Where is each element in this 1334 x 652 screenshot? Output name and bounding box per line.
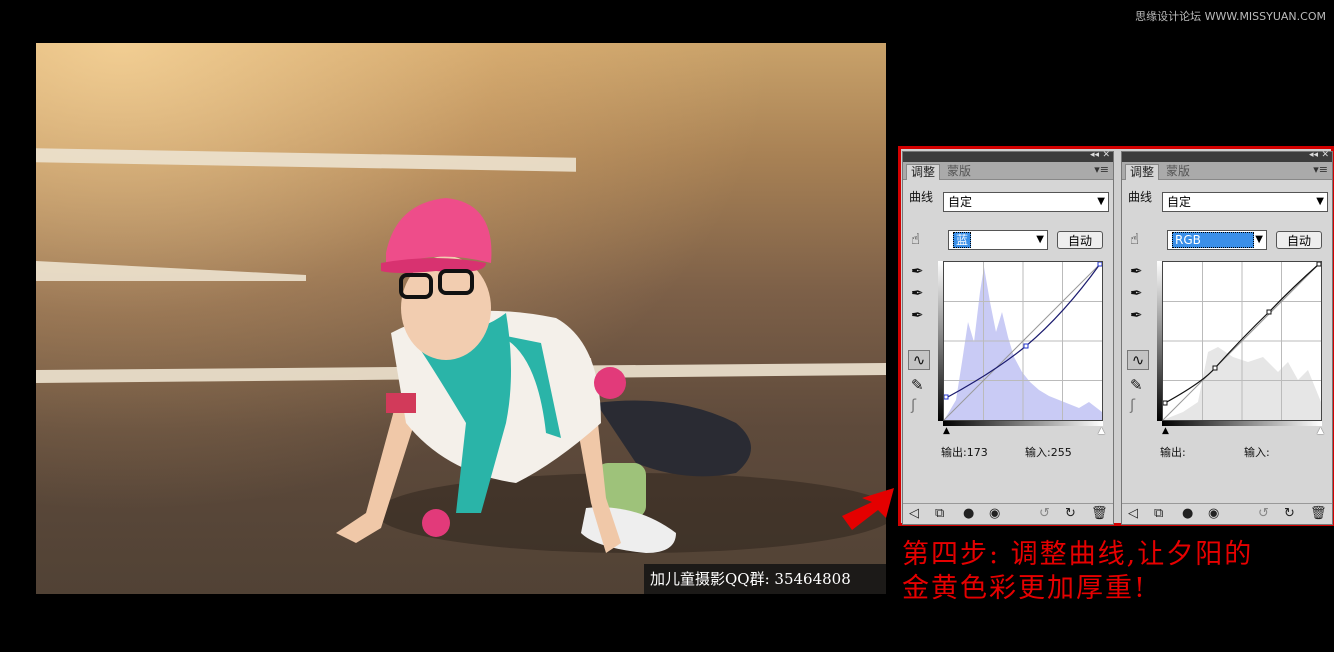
chevron-down-icon: ▼ [1097,196,1105,207]
hand-adjust-icon[interactable]: ☝ [911,230,920,248]
gray-eyedropper-icon[interactable]: ✒ [1130,284,1143,302]
step-caption-line2: 金黄色彩更加厚重! [902,573,1147,604]
pencil-icon[interactable]: ✎ [911,376,924,394]
qq-group-caption: 加儿童摄影QQ群: 35464808 [644,564,886,594]
tab-masks[interactable]: 蒙版 [1162,164,1194,179]
curve-point[interactable] [1023,343,1029,349]
tab-adjustments[interactable]: 调整 [906,164,941,180]
panel-tabs: 调整 蒙版 ▾≡ [903,162,1113,180]
black-point-slider[interactable]: ▲ [1162,426,1169,436]
collapse-icon[interactable]: ◂◂ [1309,150,1318,160]
back-icon[interactable]: ◁ [909,506,919,521]
white-point-slider[interactable]: ▲ [1317,426,1324,436]
trash-icon[interactable]: 🗑 [1310,506,1327,521]
input-value: 255 [1050,446,1072,459]
curves-panel-blue: ◂◂ ✕ 调整 蒙版 ▾≡ 曲线 自定 ▼ ☝ 蓝 ▼ 自动 ✒ ✒ ✒ ∿ ✎ ʃ [902,150,1114,525]
close-icon[interactable]: ✕ [1102,150,1110,160]
tab-adjustments[interactable]: 调整 [1125,164,1160,180]
white-eyedropper-icon[interactable]: ✒ [911,306,924,324]
panel-tabs: 调整 蒙版 ▾≡ [1122,162,1332,180]
reset-icon[interactable]: ↻ [1065,506,1076,521]
clip-layer-icon[interactable]: ● [963,506,974,521]
curves-panels-frame: ◂◂ ✕ 调整 蒙版 ▾≡ 曲线 自定 ▼ ☝ 蓝 ▼ 自动 ✒ ✒ ✒ ∿ ✎ ʃ [898,146,1334,526]
close-icon[interactable]: ✕ [1321,150,1329,160]
preset-select[interactable]: 自定 ▼ [943,192,1109,212]
pencil-icon[interactable]: ✎ [1130,376,1143,394]
auto-button[interactable]: 自动 [1057,231,1103,249]
output-label: 输出: [941,446,967,459]
channel-value: 蓝 [953,232,972,248]
output-value: 173 [966,446,988,459]
view-previous-icon[interactable]: ↺ [1258,506,1269,521]
white-eyedropper-icon[interactable]: ✒ [1130,306,1143,324]
curves-label: 曲线 [1128,190,1153,204]
curve-point-tool-icon[interactable]: ∿ [1127,350,1149,370]
curve-point[interactable] [1097,262,1102,267]
child-figure [336,198,886,553]
input-label: 输入: [1025,446,1051,459]
clip-layer-icon[interactable]: ● [1182,506,1193,521]
curves-label: 曲线 [909,190,934,204]
chevron-down-icon: ▼ [1316,196,1324,207]
trash-icon[interactable]: 🗑 [1091,506,1108,521]
curve-graph[interactable] [1162,261,1322,421]
collapse-icon[interactable]: ◂◂ [1090,150,1099,160]
input-gradient [1162,421,1322,426]
input-label: 输入: [1244,446,1270,459]
site-watermark: 思缘设计论坛 WWW.MISSYUAN.COM [1135,10,1326,23]
curve-point[interactable] [1266,309,1272,315]
input-readout: 输入:255 [1025,444,1072,460]
curve-point[interactable] [1163,400,1168,406]
channel-value: RGB [1172,232,1254,248]
output-readout: 输出: [1160,444,1186,460]
panel-menu-icon[interactable]: ▾≡ [1313,163,1328,176]
preset-value: 自定 [1167,195,1192,209]
output-readout: 输出:173 [941,444,988,460]
curve-point[interactable] [944,394,949,400]
curve-graph-svg [1163,262,1321,420]
hand-adjust-icon[interactable]: ☝ [1130,230,1139,248]
visibility-eye-icon[interactable]: ◉ [1208,506,1219,521]
preset-select[interactable]: 自定 ▼ [1162,192,1328,212]
curve-point-tool-icon[interactable]: ∿ [908,350,930,370]
black-eyedropper-icon[interactable]: ✒ [1130,262,1143,280]
back-icon[interactable]: ◁ [1128,506,1138,521]
curve-point[interactable] [1212,365,1218,371]
preset-value: 自定 [948,195,973,209]
curves-panel-rgb: ◂◂ ✕ 调整 蒙版 ▾≡ 曲线 自定 ▼ ☝ RGB ▼ 自动 ✒ ✒ ✒ ∿ ✎… [1121,150,1333,525]
expand-view-icon[interactable]: ⧉ [935,506,944,521]
white-point-slider[interactable]: ▲ [1098,426,1105,436]
smooth-icon[interactable]: ʃ [1130,396,1135,414]
gray-eyedropper-icon[interactable]: ✒ [911,284,924,302]
channel-select[interactable]: RGB ▼ [1167,230,1267,250]
curve-point[interactable] [1316,262,1321,267]
auto-button[interactable]: 自动 [1276,231,1322,249]
chevron-down-icon: ▼ [1255,234,1263,245]
channel-select[interactable]: 蓝 ▼ [948,230,1048,250]
photo: 加儿童摄影QQ群: 35464808 [36,43,886,594]
output-label: 输出: [1160,446,1186,459]
panel-bottom-bar: ◁ ⧉ ● ◉ ↺ ↻ 🗑 [903,503,1113,524]
visibility-eye-icon[interactable]: ◉ [989,506,1000,521]
panel-menu-icon[interactable]: ▾≡ [1094,163,1109,176]
panel-titlebar: ◂◂ ✕ [903,150,1113,162]
panel-bottom-bar: ◁ ⧉ ● ◉ ↺ ↻ 🗑 [1122,503,1332,524]
expand-view-icon[interactable]: ⧉ [1154,506,1163,521]
reset-icon[interactable]: ↻ [1284,506,1295,521]
curve-graph-svg [944,262,1102,420]
curve-graph[interactable] [943,261,1103,421]
chevron-down-icon: ▼ [1036,234,1044,245]
smooth-icon[interactable]: ʃ [911,396,916,414]
view-previous-icon[interactable]: ↺ [1039,506,1050,521]
input-gradient [943,421,1103,426]
tab-masks[interactable]: 蒙版 [943,164,975,179]
black-point-slider[interactable]: ▲ [943,426,950,436]
input-readout: 输入: [1244,444,1270,460]
panel-titlebar: ◂◂ ✕ [1122,150,1332,162]
black-eyedropper-icon[interactable]: ✒ [911,262,924,280]
